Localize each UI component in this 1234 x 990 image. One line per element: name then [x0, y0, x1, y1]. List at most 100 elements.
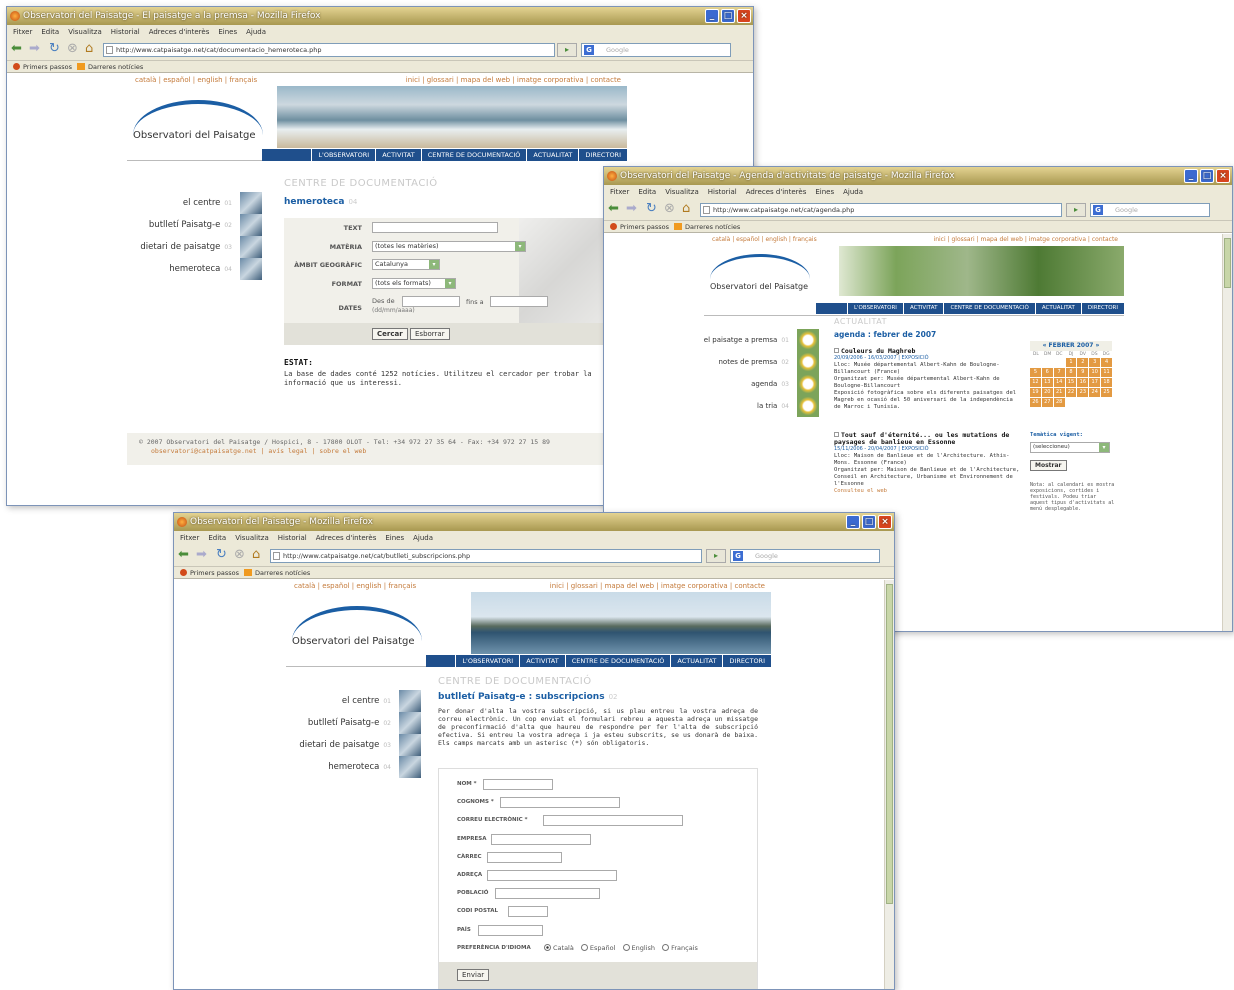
- nav-directori[interactable]: DIRECTORI: [578, 149, 627, 161]
- nav-activitat[interactable]: ACTIVITAT: [519, 655, 565, 667]
- bookmark-primers-passos[interactable]: Primers passos: [620, 223, 669, 231]
- calendar-day[interactable]: 9: [1077, 368, 1089, 377]
- menu-view[interactable]: Visualitza: [68, 28, 102, 36]
- materia-select[interactable]: (totes les matèries) ▾: [372, 241, 526, 252]
- menu-tools[interactable]: Eines: [218, 28, 237, 36]
- go-button[interactable]: ▸: [557, 43, 577, 57]
- radio-english[interactable]: [622, 944, 630, 951]
- nav-actualitat[interactable]: ACTUALITAT: [526, 149, 578, 161]
- calendar-day[interactable]: 21: [1053, 388, 1065, 397]
- calendar-day[interactable]: 3: [1089, 358, 1101, 367]
- reload-icon[interactable]: ↻: [646, 202, 657, 216]
- forward-icon[interactable]: ➡: [196, 548, 207, 562]
- calendar-day[interactable]: 13: [1041, 378, 1053, 387]
- nav-documentacio[interactable]: CENTRE DE DOCUMENTACIÓ: [420, 149, 527, 161]
- calendar-day[interactable]: 22: [1065, 388, 1077, 397]
- next-month-icon[interactable]: »: [1096, 342, 1100, 349]
- left-nav-item[interactable]: la tria 04: [684, 395, 819, 417]
- go-button[interactable]: ▸: [1066, 203, 1086, 217]
- field-input[interactable]: [486, 851, 562, 863]
- field-input[interactable]: [495, 888, 601, 900]
- left-nav-item[interactable]: notes de premsa 02: [684, 351, 819, 373]
- language-links[interactable]: català | español | english | français: [135, 74, 257, 86]
- bookmark-darreres-noticies[interactable]: Darreres notícies: [255, 569, 310, 577]
- radio-espanol[interactable]: [580, 944, 588, 951]
- nav-observatori[interactable]: L'OBSERVATORI: [455, 655, 519, 667]
- bookmark-primers-passos[interactable]: Primers passos: [190, 569, 239, 577]
- nav-directori[interactable]: DIRECTORI: [722, 655, 771, 667]
- menu-edit[interactable]: Edita: [208, 534, 226, 542]
- back-icon[interactable]: ⬅: [608, 202, 619, 216]
- calendar-day[interactable]: 12: [1030, 378, 1041, 387]
- event-item[interactable]: Tout sauf d'éternité... ou les mutations…: [834, 432, 1022, 495]
- footer-email[interactable]: observatori@catpaisatge.net: [151, 447, 257, 455]
- menu-view[interactable]: Visualitza: [235, 534, 269, 542]
- nav-directori[interactable]: DIRECTORI: [1080, 303, 1124, 314]
- home-icon[interactable]: ⌂: [252, 548, 260, 562]
- stop-icon[interactable]: ⊗: [67, 42, 78, 56]
- menu-file[interactable]: Fitxer: [180, 534, 199, 542]
- calendar-day[interactable]: 8: [1065, 368, 1077, 377]
- site-logo[interactable]: Observatori del Paisatge: [292, 636, 415, 647]
- back-icon[interactable]: ⬅: [11, 42, 22, 56]
- calendar-day[interactable]: 25: [1101, 388, 1112, 397]
- top-links[interactable]: inici | glossari | mapa del web | imatge…: [550, 580, 765, 592]
- nav-documentacio[interactable]: CENTRE DE DOCUMENTACIÓ: [564, 655, 671, 667]
- nav-activitat[interactable]: ACTIVITAT: [375, 149, 421, 161]
- menu-file[interactable]: Fitxer: [13, 28, 32, 36]
- submit-button[interactable]: Enviar: [457, 969, 490, 981]
- calendar-day[interactable]: 11: [1101, 368, 1112, 377]
- format-select[interactable]: (tots els formats) ▾: [372, 278, 456, 289]
- left-nav-item[interactable]: agenda 03: [684, 373, 819, 395]
- language-links[interactable]: català | español | english | français: [712, 234, 817, 246]
- calendar-day[interactable]: 23: [1077, 388, 1089, 397]
- calendar-day[interactable]: 27: [1041, 398, 1053, 407]
- field-input[interactable]: [478, 924, 544, 936]
- browser-window-subscripcions[interactable]: Observatori del Paisatge - Mozilla Firef…: [173, 512, 895, 990]
- date-from-input[interactable]: [402, 296, 460, 307]
- nav-actualitat[interactable]: ACTUALITAT: [1034, 303, 1081, 314]
- home-icon[interactable]: ⌂: [682, 202, 690, 216]
- home-icon[interactable]: ⌂: [85, 42, 93, 56]
- url-field[interactable]: http://www.catpaisatge.net/cat/butlleti_…: [270, 549, 702, 563]
- calendar-day[interactable]: 1: [1065, 358, 1077, 367]
- tematica-select[interactable]: (seleccioneu) ▾: [1030, 442, 1110, 453]
- stop-icon[interactable]: ⊗: [234, 548, 245, 562]
- left-nav-item[interactable]: dietari de paisatge 03: [127, 236, 262, 258]
- bookmark-darreres-noticies[interactable]: Darreres notícies: [88, 63, 143, 71]
- maximize-icon[interactable]: □: [721, 9, 735, 23]
- reload-icon[interactable]: ↻: [49, 42, 60, 56]
- calendar-day[interactable]: 4: [1101, 358, 1112, 367]
- search-button[interactable]: Cercar: [372, 328, 408, 340]
- stop-icon[interactable]: ⊗: [664, 202, 675, 216]
- go-button[interactable]: ▸: [706, 549, 726, 563]
- search-field[interactable]: G Google: [730, 549, 880, 563]
- left-nav-item[interactable]: el centre 01: [127, 192, 262, 214]
- footer-links[interactable]: | avís legal | sobre el web: [261, 447, 367, 455]
- event-link[interactable]: Consulteu el web: [834, 488, 1022, 495]
- window-titlebar[interactable]: Observatori del Paisatge - Agenda d'acti…: [604, 167, 1232, 185]
- menu-edit[interactable]: Edita: [41, 28, 59, 36]
- calendar-day[interactable]: 20: [1041, 388, 1053, 397]
- radio-francais[interactable]: [662, 944, 670, 951]
- menu-tools[interactable]: Eines: [385, 534, 404, 542]
- radio-catala[interactable]: [544, 944, 551, 951]
- minimize-icon[interactable]: _: [1184, 169, 1198, 183]
- search-field[interactable]: G Google: [1090, 203, 1210, 217]
- scrollbar-thumb[interactable]: [1224, 238, 1231, 288]
- close-icon[interactable]: ×: [737, 9, 751, 23]
- menu-bookmarks[interactable]: Adreces d'interès: [746, 188, 807, 196]
- search-field[interactable]: G Google: [581, 43, 731, 57]
- field-input[interactable]: [482, 779, 553, 790]
- menu-bookmarks[interactable]: Adreces d'interès: [316, 534, 377, 542]
- calendar-day[interactable]: 6: [1041, 368, 1053, 377]
- left-nav-item[interactable]: hemeroteca 04: [286, 756, 421, 778]
- minimize-icon[interactable]: _: [705, 9, 719, 23]
- forward-icon[interactable]: ➡: [29, 42, 40, 56]
- calendar-day[interactable]: 5: [1030, 368, 1041, 377]
- scrollbar-thumb[interactable]: [886, 584, 893, 904]
- nav-observatori[interactable]: L'OBSERVATORI: [311, 149, 375, 161]
- field-input[interactable]: [542, 815, 683, 827]
- calendar-day[interactable]: 28: [1053, 398, 1065, 407]
- window-titlebar[interactable]: Observatori del Paisatge - El paisatge a…: [7, 7, 753, 25]
